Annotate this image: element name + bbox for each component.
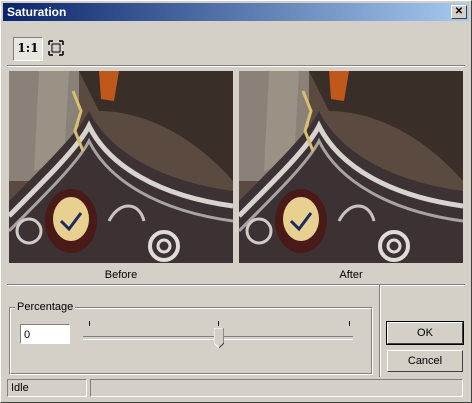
percentage-label: Percentage bbox=[15, 301, 76, 313]
close-button[interactable]: ✕ bbox=[451, 5, 467, 19]
after-preview bbox=[239, 71, 463, 263]
fit-to-window-button[interactable] bbox=[45, 37, 67, 59]
slider-tick-mid bbox=[218, 321, 219, 326]
preview-separator bbox=[7, 284, 465, 286]
close-icon: ✕ bbox=[454, 6, 464, 17]
buttons-separator bbox=[379, 285, 381, 377]
before-label: Before bbox=[104, 269, 138, 281]
toolbar-separator bbox=[7, 65, 465, 67]
fit-to-window-icon bbox=[48, 40, 64, 56]
saturation-dialog: Saturation ✕ 1:1 Before After Percentage… bbox=[0, 0, 472, 403]
actual-size-button[interactable]: 1:1 bbox=[13, 37, 43, 61]
slider-tick-min bbox=[89, 321, 90, 326]
status-secondary-pane bbox=[90, 379, 463, 397]
ok-button[interactable]: OK bbox=[386, 321, 464, 345]
status-text: Idle bbox=[7, 379, 87, 397]
window-title: Saturation bbox=[7, 5, 67, 19]
title-bar[interactable]: Saturation ✕ bbox=[3, 3, 469, 21]
cancel-button[interactable]: Cancel bbox=[387, 350, 463, 372]
before-preview bbox=[9, 71, 233, 263]
percentage-input[interactable]: 0 bbox=[20, 324, 70, 344]
slider-tick-max bbox=[349, 321, 350, 326]
after-label: After bbox=[339, 269, 363, 281]
saturation-slider-thumb[interactable] bbox=[214, 328, 224, 348]
